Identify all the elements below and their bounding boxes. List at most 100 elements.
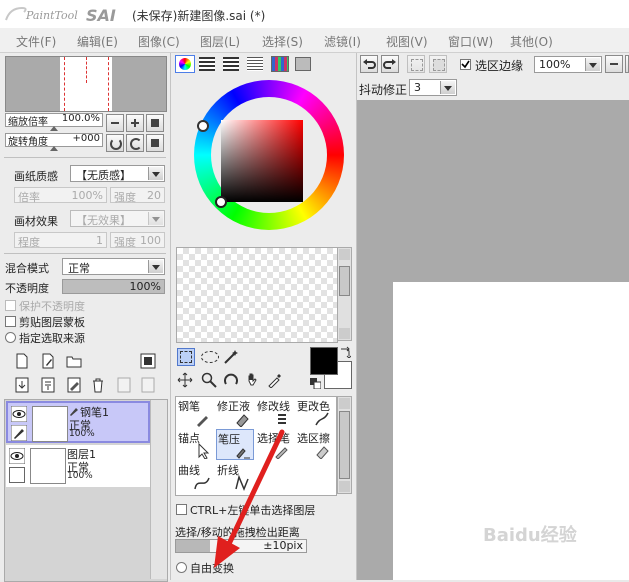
hsv-slider-tab[interactable] bbox=[223, 57, 239, 71]
clip-group-checkbox[interactable] bbox=[5, 316, 16, 327]
eye-icon[interactable] bbox=[11, 406, 27, 422]
new-folder-icon[interactable] bbox=[66, 353, 82, 369]
zoom-in-canvas-button-partial[interactable] bbox=[625, 55, 629, 73]
tool-anchor[interactable]: 锚点 bbox=[177, 429, 215, 460]
undo-button[interactable] bbox=[360, 55, 378, 73]
rect-select-tool[interactable] bbox=[177, 348, 195, 366]
scale-slider[interactable]: 倍率 100% bbox=[14, 187, 107, 204]
texture-select[interactable]: 【无质感】 bbox=[70, 165, 165, 182]
eyedropper-icon[interactable] bbox=[267, 372, 283, 388]
menu-other[interactable]: 其他(O) bbox=[510, 33, 553, 50]
menu-layer[interactable]: 图层(L) bbox=[200, 33, 240, 50]
tool-select-pen[interactable]: 选择笔 bbox=[256, 429, 294, 460]
scratchpad-scrollbar[interactable] bbox=[337, 247, 352, 341]
color-wheel-tab[interactable] bbox=[175, 55, 195, 73]
merge-down-icon[interactable] bbox=[40, 377, 56, 393]
menu-file[interactable]: 文件(F) bbox=[16, 33, 56, 50]
tool-select-eraser[interactable]: 选区擦 bbox=[296, 429, 334, 460]
eye-icon[interactable] bbox=[9, 448, 25, 464]
move-icon[interactable] bbox=[177, 372, 193, 388]
delete-layer-icon[interactable] bbox=[90, 377, 106, 393]
invert-selection-button[interactable] bbox=[429, 55, 447, 73]
zoom-slider[interactable]: 缩放倍率 100.0% bbox=[5, 113, 103, 128]
zoom-out-button[interactable] bbox=[106, 114, 124, 132]
rotate-reset-button[interactable] bbox=[146, 134, 164, 152]
tool-eraser[interactable]: 修正液 bbox=[216, 397, 254, 428]
new-pen-layer-icon[interactable] bbox=[40, 353, 56, 369]
menu-edit[interactable]: 编辑(E) bbox=[77, 33, 118, 50]
redo-button[interactable] bbox=[381, 55, 399, 73]
hue-cursor[interactable] bbox=[197, 120, 209, 132]
rgb-slider-tab[interactable] bbox=[199, 57, 215, 71]
selection-edge-checkbox[interactable] bbox=[460, 59, 471, 70]
tool-grid-scrollbar[interactable] bbox=[337, 396, 352, 494]
tool-change-color[interactable]: 更改色 bbox=[296, 397, 334, 428]
effect-select[interactable]: 【无效果】 bbox=[70, 210, 165, 227]
rotate-left-button[interactable] bbox=[106, 134, 124, 152]
menu-window[interactable]: 窗口(W) bbox=[448, 33, 493, 50]
tool-pen[interactable]: 钢笔 bbox=[177, 397, 215, 428]
scroll-up-button[interactable] bbox=[339, 398, 350, 409]
menu-select[interactable]: 选择(S) bbox=[262, 33, 303, 50]
degree-slider[interactable]: 程度 1 bbox=[14, 232, 107, 249]
zoom-out-canvas-button[interactable] bbox=[605, 55, 623, 73]
selection-source-radio[interactable] bbox=[5, 332, 16, 343]
tool-pressure[interactable]: 笔压 bbox=[216, 429, 254, 460]
reset-colors-icon[interactable] bbox=[310, 378, 321, 389]
scroll-up-button[interactable] bbox=[339, 249, 350, 260]
distance-slider[interactable]: ±10pix bbox=[175, 539, 307, 553]
canvas-zoom-select[interactable]: 100% bbox=[534, 56, 602, 73]
rotate-right-button[interactable] bbox=[126, 134, 144, 152]
lock-box[interactable] bbox=[9, 467, 25, 483]
scroll-thumb[interactable] bbox=[339, 411, 350, 479]
blend-mode-select[interactable]: 正常 bbox=[62, 258, 165, 275]
rotate-slider[interactable]: 旋转角度 +000 bbox=[5, 133, 103, 148]
layer-scrollbar[interactable] bbox=[150, 400, 167, 579]
rotate-view-icon[interactable] bbox=[223, 372, 239, 388]
lasso-icon[interactable] bbox=[201, 351, 219, 363]
swap-colors-icon[interactable] bbox=[339, 346, 351, 358]
swatches-tab[interactable] bbox=[271, 56, 289, 72]
free-transform-radio[interactable] bbox=[176, 562, 187, 573]
mask-icon[interactable] bbox=[140, 353, 156, 369]
transfer-down-icon[interactable] bbox=[14, 377, 30, 393]
tool-edit-line[interactable]: 修改线 bbox=[256, 397, 294, 428]
eraser-icon bbox=[236, 414, 249, 427]
gray-slider-tab[interactable] bbox=[247, 57, 263, 71]
navigator-preview[interactable] bbox=[5, 56, 167, 112]
menu-filter[interactable]: 滤镜(I) bbox=[324, 33, 361, 50]
clear-layer-icon[interactable] bbox=[66, 377, 82, 393]
sv-cursor[interactable] bbox=[215, 196, 227, 208]
texture-strength-slider[interactable]: 强度 20 bbox=[110, 187, 165, 204]
flatten-icon[interactable] bbox=[140, 377, 156, 393]
menu-view[interactable]: 视图(V) bbox=[386, 33, 428, 50]
zoom-in-button[interactable] bbox=[126, 114, 144, 132]
saturation-value-square[interactable] bbox=[221, 120, 303, 202]
magic-wand-icon[interactable] bbox=[223, 349, 239, 365]
rotate-slider-handle[interactable] bbox=[50, 146, 58, 151]
opacity-slider[interactable]: 100% bbox=[62, 279, 165, 294]
preserve-opacity-checkbox[interactable] bbox=[5, 300, 16, 311]
layer-row[interactable]: 图层1 正常 100% bbox=[6, 445, 150, 487]
scratchpad-tab[interactable] bbox=[295, 57, 311, 71]
canvas-background[interactable] bbox=[357, 100, 629, 580]
scroll-down-button[interactable] bbox=[339, 328, 350, 339]
tool-curve[interactable]: 曲线 bbox=[177, 461, 215, 492]
menu-image[interactable]: 图像(C) bbox=[138, 33, 180, 50]
stabilizer-select[interactable]: 3 bbox=[409, 79, 457, 96]
tool-polyline[interactable]: 折线 bbox=[216, 461, 254, 492]
zoom-reset-button[interactable] bbox=[146, 114, 164, 132]
new-layer-icon[interactable] bbox=[14, 353, 30, 369]
ctrl-select-checkbox[interactable] bbox=[176, 504, 187, 515]
deselect-button[interactable] bbox=[407, 55, 425, 73]
layer-row[interactable]: 钢笔1 正常 100% bbox=[6, 401, 150, 443]
hand-icon[interactable] bbox=[245, 372, 261, 388]
color-scratchpad[interactable] bbox=[176, 247, 338, 343]
zoom-slider-handle[interactable] bbox=[50, 126, 58, 131]
zoom-icon[interactable] bbox=[201, 372, 217, 388]
scroll-thumb[interactable] bbox=[339, 266, 350, 296]
effect-strength-slider[interactable]: 强度 100 bbox=[110, 232, 165, 249]
color-wheel[interactable] bbox=[194, 80, 344, 230]
merge-visible-icon[interactable] bbox=[116, 377, 132, 393]
scroll-down-button[interactable] bbox=[339, 481, 350, 492]
